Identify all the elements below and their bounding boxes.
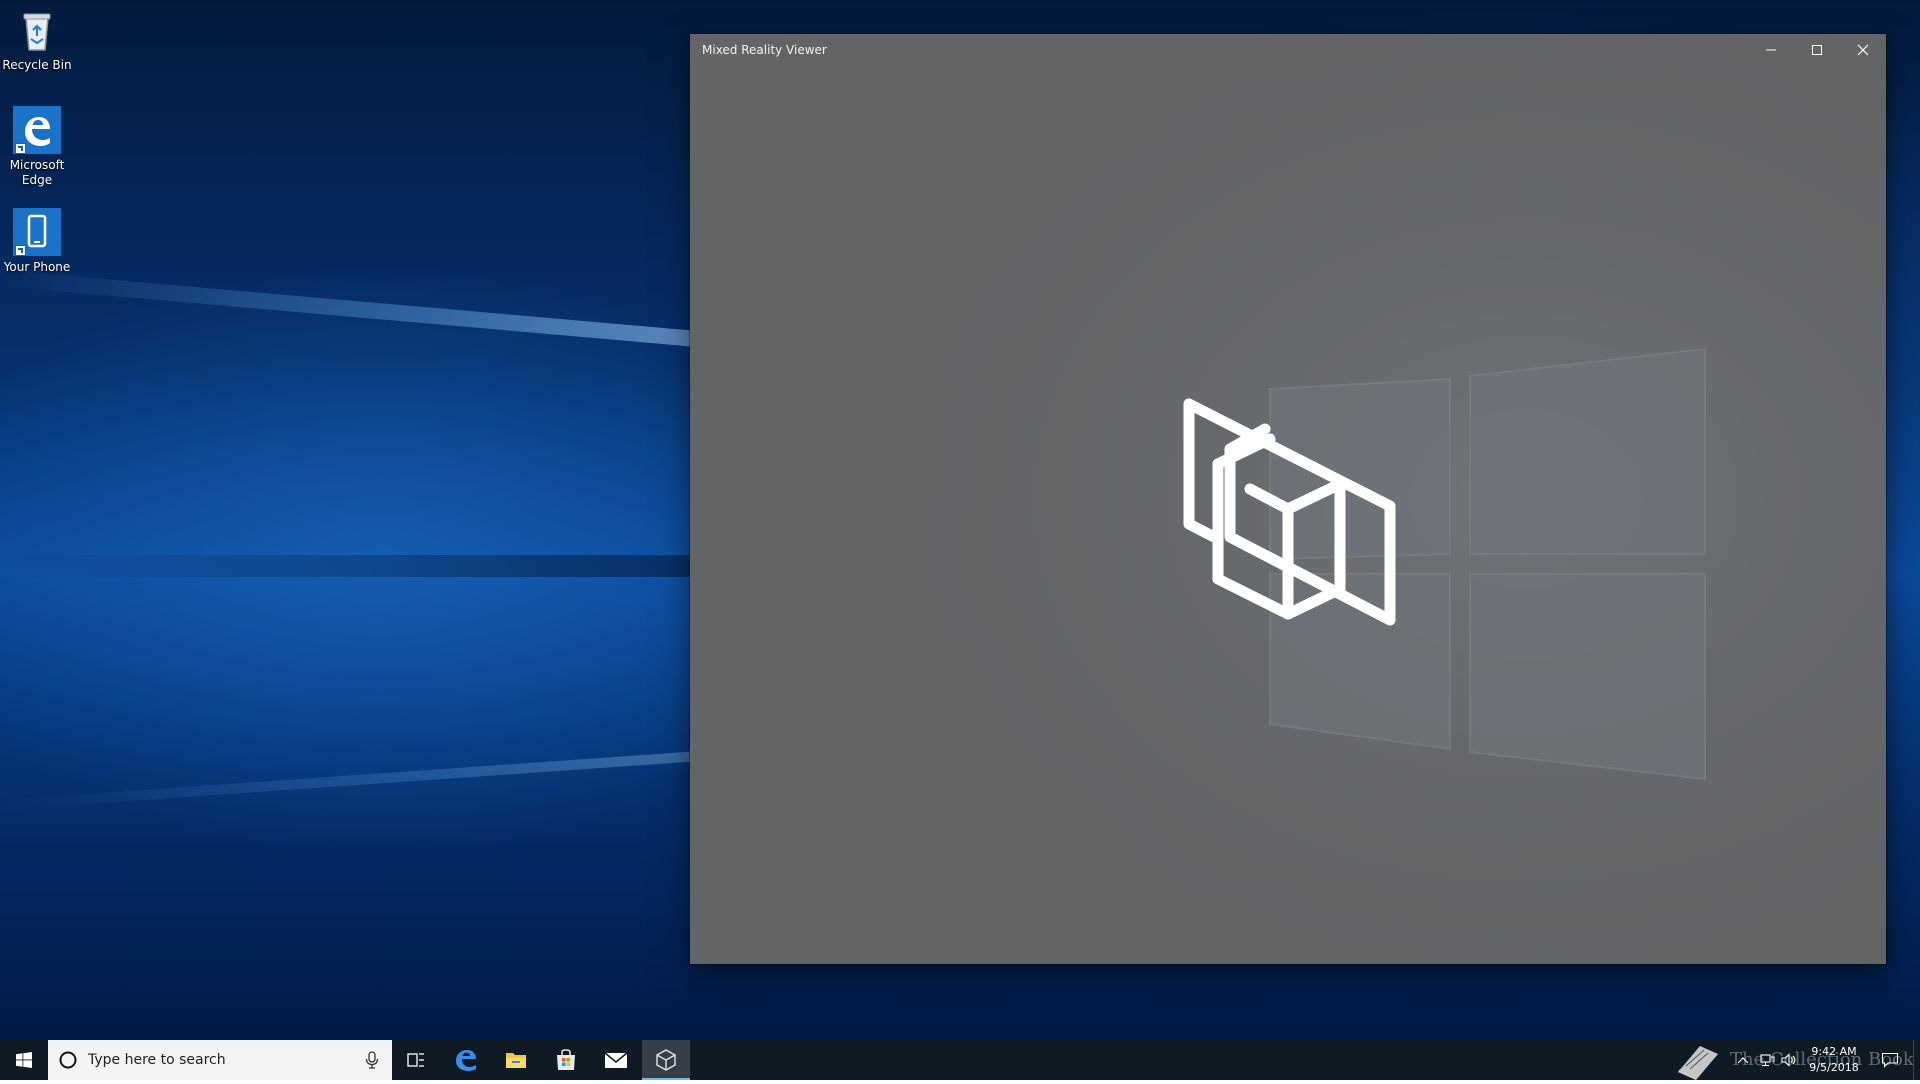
watermark-book-icon (1670, 1042, 1722, 1084)
close-button[interactable] (1840, 34, 1886, 66)
chevron-up-icon (1737, 1057, 1749, 1064)
show-desktop-button[interactable] (1913, 1040, 1920, 1080)
wallpaper-light-beam (0, 270, 699, 347)
desktop-icon-label: Your Phone (3, 260, 71, 274)
wallpaper-light-beam (0, 751, 699, 810)
edge-icon (13, 106, 61, 154)
recycle-bin-icon (13, 6, 61, 54)
file-explorer-icon (506, 1053, 526, 1068)
store-icon (557, 1049, 575, 1070)
minimize-icon (1766, 49, 1776, 51)
window-splash-background (690, 34, 1886, 964)
volume-button[interactable] (1778, 1040, 1800, 1080)
shortcut-arrow-icon (15, 143, 26, 154)
desktop-icon-label: Microsoft Edge (9, 158, 65, 187)
maximize-button[interactable] (1794, 34, 1840, 66)
microphone-icon[interactable] (360, 1048, 384, 1072)
network-button[interactable] (1756, 1040, 1778, 1080)
cortana-icon (58, 1050, 78, 1070)
desktop-icon-recycle-bin[interactable]: Recycle Bin (0, 6, 74, 73)
task-view-icon (407, 1053, 424, 1067)
mixed-reality-viewer-window[interactable]: Mixed Reality Viewer (690, 34, 1886, 964)
clock-date: 9/5/2018 (1809, 1061, 1859, 1074)
taskbar-mail-button[interactable] (592, 1040, 640, 1080)
notification-icon (1881, 1052, 1899, 1068)
mixed-reality-viewer-icon (656, 1049, 676, 1071)
show-hidden-icons-button[interactable] (1732, 1040, 1754, 1080)
search-box[interactable]: Type here to search (48, 1040, 392, 1080)
desktop-icon-label: Recycle Bin (2, 58, 72, 72)
start-button[interactable] (0, 1040, 48, 1080)
task-view-button[interactable] (392, 1040, 440, 1080)
minimize-button[interactable] (1748, 34, 1794, 66)
network-icon (1760, 1054, 1775, 1067)
window-title: Mixed Reality Viewer (702, 43, 827, 57)
phone-icon (13, 208, 61, 256)
mail-icon (604, 1052, 628, 1068)
window-titlebar[interactable]: Mixed Reality Viewer (690, 34, 1886, 66)
action-center-button[interactable] (1874, 1040, 1906, 1080)
desktop-icon-microsoft-edge[interactable]: Microsoft Edge (0, 106, 74, 188)
taskbar-file-explorer-button[interactable] (492, 1040, 540, 1080)
taskbar-edge-button[interactable] (442, 1040, 490, 1080)
search-placeholder: Type here to search (88, 1052, 226, 1068)
shortcut-arrow-icon (15, 245, 26, 256)
taskbar-store-button[interactable] (542, 1040, 590, 1080)
taskbar: Type here to search The Collection Book … (0, 1040, 1920, 1080)
edge-icon (456, 1050, 476, 1071)
clock-time: 9:42 AM (1811, 1045, 1857, 1058)
desktop-icon-your-phone[interactable]: Your Phone (0, 208, 74, 275)
taskbar-mixed-reality-viewer-button[interactable] (642, 1040, 690, 1080)
maximize-icon (1812, 45, 1822, 55)
speaker-icon (1781, 1053, 1796, 1067)
windows-logo-icon (16, 1052, 32, 1068)
clock[interactable]: 9:42 AM 9/5/2018 (1800, 1044, 1868, 1076)
close-icon (1857, 44, 1869, 56)
wallpaper-shadow-beam (0, 555, 700, 577)
